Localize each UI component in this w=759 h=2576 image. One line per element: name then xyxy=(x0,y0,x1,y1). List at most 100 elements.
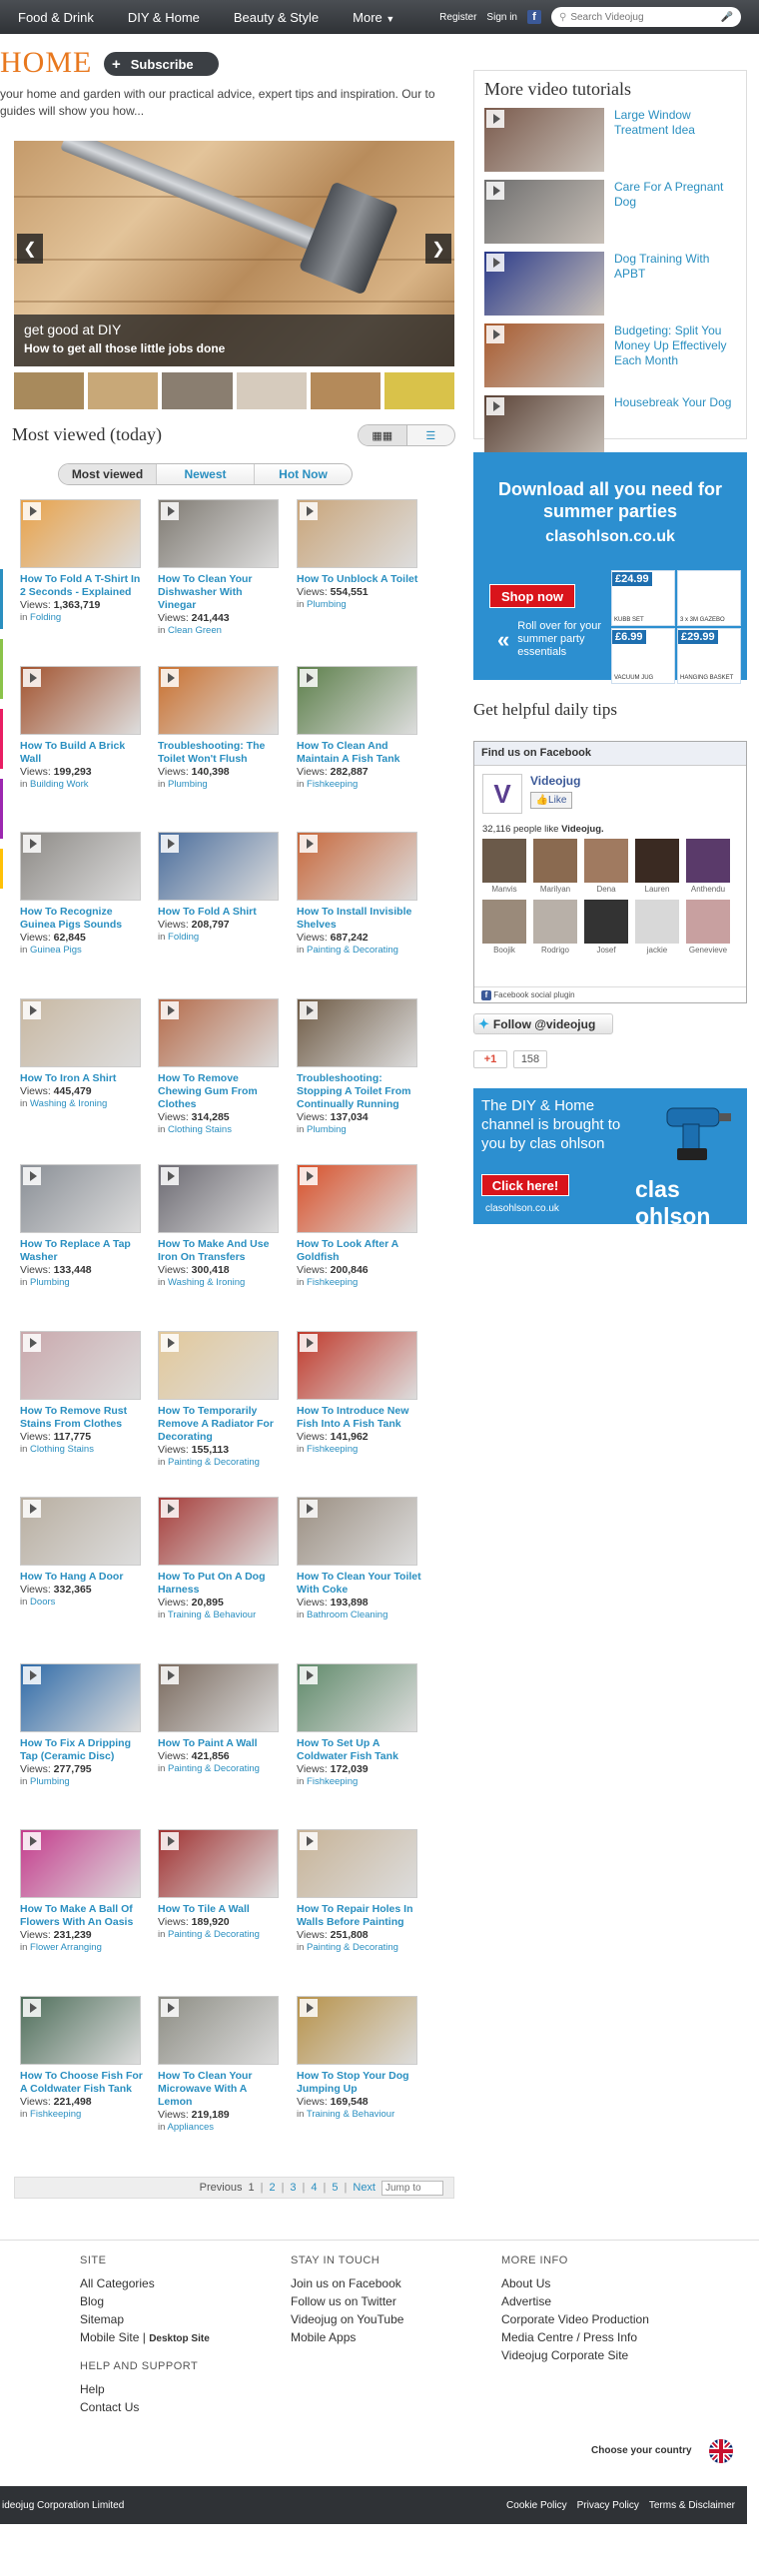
video-card[interactable]: How To Build A Brick Wall Views: 199,293 i… xyxy=(20,666,145,791)
slideshow-prev-button[interactable]: ❮ xyxy=(17,234,43,264)
facebook-icon[interactable]: f xyxy=(527,10,541,24)
category-link[interactable]: Folding xyxy=(30,612,61,623)
video-thumbnail[interactable] xyxy=(20,1497,141,1566)
footer-link[interactable]: About Us xyxy=(501,2274,701,2292)
tutorial-item[interactable]: Large Window Treatment Idea xyxy=(484,108,736,172)
category-link[interactable]: Painting & Decorating xyxy=(307,1942,398,1953)
video-thumbnail[interactable] xyxy=(297,1996,417,2065)
video-thumbnail[interactable] xyxy=(297,666,417,735)
video-thumbnail[interactable] xyxy=(20,1996,141,2065)
category-link[interactable]: Flower Arranging xyxy=(30,1942,102,1953)
avatar[interactable] xyxy=(533,839,577,883)
video-thumbnail[interactable] xyxy=(297,1164,417,1233)
facebook-fan[interactable]: Boojik xyxy=(482,900,526,955)
facebook-like-button[interactable]: 👍 Like xyxy=(530,792,572,809)
tutorial-item[interactable]: Care For A Pregnant Dog xyxy=(484,180,736,244)
video-card[interactable]: How To Fold A T-Shirt In 2 Seconds - Exp… xyxy=(20,499,145,624)
video-title[interactable]: How To Fold A T-Shirt In 2 Seconds - Exp… xyxy=(20,573,145,599)
slideshow-thumb[interactable] xyxy=(162,372,233,409)
subscribe-button[interactable]: + Subscribe xyxy=(104,52,219,76)
pagination-page[interactable]: 5 xyxy=(332,2182,338,2194)
video-thumbnail[interactable] xyxy=(158,1663,279,1732)
video-card[interactable]: How To Fix A Dripping Tap (Ceramic Disc)… xyxy=(20,1663,145,1788)
slideshow-thumb[interactable] xyxy=(88,372,159,409)
pagination-previous[interactable]: Previous xyxy=(200,2182,243,2194)
video-thumbnail[interactable] xyxy=(158,1996,279,2065)
video-card[interactable]: How To Tile A Wall Views: 189,920 in Paint… xyxy=(158,1829,283,1941)
facebook-page-name[interactable]: Videojug xyxy=(530,774,580,788)
avatar[interactable] xyxy=(635,839,679,883)
footer-link[interactable]: All Categories xyxy=(80,2274,280,2292)
video-card[interactable]: How To Recognize Guinea Pigs Sounds Views… xyxy=(20,832,145,957)
nav-item-diy-home[interactable]: DIY & Home xyxy=(108,10,214,25)
video-card[interactable]: How To Fold A Shirt Views: 208,797 in Fold… xyxy=(158,832,283,944)
video-card[interactable]: How To Clean And Maintain A Fish Tank Vie… xyxy=(297,666,421,791)
twitter-follow-button[interactable]: ✦ Follow @videojug xyxy=(473,1013,613,1034)
video-thumbnail[interactable] xyxy=(20,1829,141,1898)
slideshow-thumb[interactable] xyxy=(236,372,307,409)
category-link[interactable]: Fishkeeping xyxy=(307,1444,358,1455)
video-title[interactable]: How To Set Up A Coldwater Fish Tank xyxy=(297,1737,421,1763)
facebook-fan[interactable]: Marilyan xyxy=(533,839,577,894)
video-title[interactable]: How To Introduce New Fish Into A Fish Ta… xyxy=(297,1405,421,1431)
tutorial-title[interactable]: Care For A Pregnant Dog xyxy=(614,180,736,244)
video-thumbnail[interactable] xyxy=(158,998,279,1067)
avatar[interactable] xyxy=(686,839,730,883)
video-card[interactable]: Troubleshooting: The Toilet Won't Flush V… xyxy=(158,666,283,791)
pagination-page[interactable]: 1 xyxy=(248,2182,254,2194)
grid-view-icon[interactable]: ▦▦ xyxy=(359,425,407,445)
footer-link[interactable]: Help xyxy=(80,2380,280,2398)
tutorial-item[interactable]: Housebreak Your Dog xyxy=(484,395,736,459)
jump-to-input[interactable] xyxy=(381,2180,443,2196)
video-thumbnail[interactable] xyxy=(158,1497,279,1566)
tutorial-thumbnail[interactable] xyxy=(484,323,604,387)
tutorial-title[interactable]: Large Window Treatment Idea xyxy=(614,108,736,172)
slideshow-thumb[interactable] xyxy=(14,372,85,409)
category-link[interactable]: Appliances xyxy=(168,2122,214,2133)
footer-link[interactable]: Videojug Corporate Site xyxy=(501,2346,701,2364)
category-link[interactable]: Painting & Decorating xyxy=(168,1763,260,1774)
pagination-page[interactable]: 3 xyxy=(290,2182,296,2194)
video-card[interactable]: How To Make And Use Iron On Transfers Vie… xyxy=(158,1164,283,1289)
category-link[interactable]: Fishkeeping xyxy=(30,2109,81,2120)
category-link[interactable]: Painting & Decorating xyxy=(307,945,398,956)
video-title[interactable]: How To Make A Ball Of Flowers With An Oa… xyxy=(20,1903,145,1929)
video-title[interactable]: How To Remove Chewing Gum From Clothes xyxy=(158,1072,283,1111)
category-link[interactable]: Building Work xyxy=(30,779,88,790)
video-card[interactable]: How To Hang A Door Views: 332,365 in Doors xyxy=(20,1497,145,1609)
tutorial-thumbnail[interactable] xyxy=(484,108,604,172)
footer-link[interactable]: Contact Us xyxy=(80,2398,280,2416)
pagination-page[interactable]: 2 xyxy=(269,2182,275,2194)
footer-mobile-site-link[interactable]: Mobile Site xyxy=(80,2330,139,2344)
slideshow-thumb[interactable] xyxy=(310,372,380,409)
video-thumbnail[interactable] xyxy=(297,499,417,568)
video-thumbnail[interactable] xyxy=(20,1331,141,1400)
google-plus-button[interactable]: +1 xyxy=(473,1050,507,1068)
pagination-page[interactable]: 4 xyxy=(311,2182,317,2194)
video-title[interactable]: Troubleshooting: The Toilet Won't Flush xyxy=(158,740,283,766)
video-title[interactable]: How To Tile A Wall xyxy=(158,1903,283,1916)
category-link[interactable]: Plumbing xyxy=(307,599,347,610)
video-title[interactable]: How To Paint A Wall xyxy=(158,1737,283,1750)
tutorial-item[interactable]: Dog Training With APBT xyxy=(484,252,736,316)
video-thumbnail[interactable] xyxy=(20,998,141,1067)
video-title[interactable]: How To Hang A Door xyxy=(20,1571,145,1584)
category-link[interactable]: Fishkeeping xyxy=(307,1776,358,1787)
uk-flag-icon[interactable] xyxy=(709,2439,733,2463)
video-title[interactable]: How To Fix A Dripping Tap (Ceramic Disc) xyxy=(20,1737,145,1763)
featured-slideshow[interactable]: ❮ ❯ get good at DIY How to get all those… xyxy=(14,141,454,366)
avatar[interactable] xyxy=(482,839,526,883)
video-thumbnail[interactable] xyxy=(158,499,279,568)
video-card[interactable]: How To Clean Your Microwave With A Lemon… xyxy=(158,1996,283,2134)
footer-link[interactable]: Advertise xyxy=(501,2292,701,2310)
video-thumbnail[interactable] xyxy=(297,1829,417,1898)
category-link[interactable]: Bathroom Cleaning xyxy=(307,1610,387,1620)
category-link[interactable]: Painting & Decorating xyxy=(168,1457,260,1468)
video-card[interactable]: How To Iron A Shirt Views: 445,479 in Wash… xyxy=(20,998,145,1110)
facebook-fan[interactable]: Josef xyxy=(584,900,628,955)
ad-product-vacuum-jug[interactable]: £6.99 VACUUM JUG xyxy=(611,628,675,684)
video-thumbnail[interactable] xyxy=(297,832,417,901)
nav-item-more[interactable]: More ▼ xyxy=(333,10,408,25)
video-thumbnail[interactable] xyxy=(297,1497,417,1566)
footer-link[interactable]: Follow us on Twitter xyxy=(291,2292,490,2310)
